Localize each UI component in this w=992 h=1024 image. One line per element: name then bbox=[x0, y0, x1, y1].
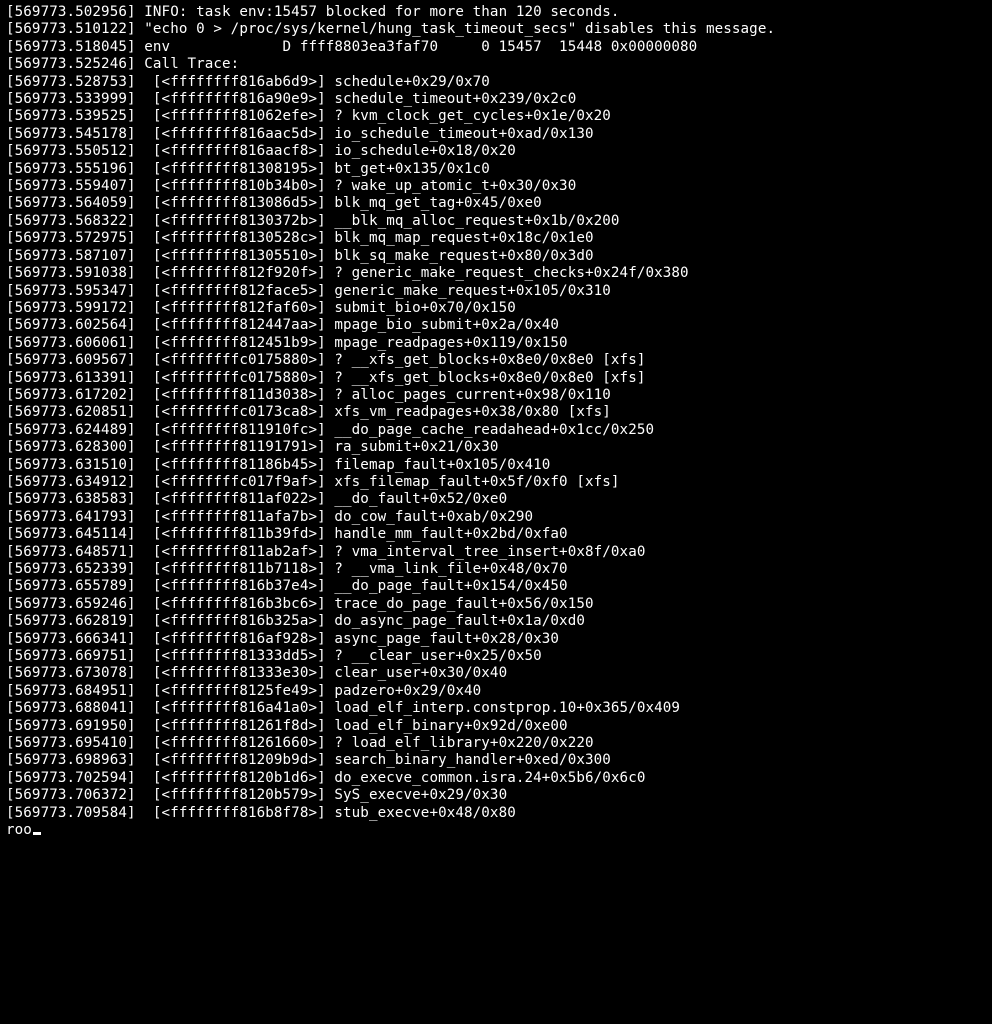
terminal-prompt[interactable]: roo bbox=[6, 822, 32, 838]
text-cursor bbox=[33, 832, 41, 835]
kernel-log-output[interactable]: [569773.502956] INFO: task env:15457 blo… bbox=[0, 0, 992, 844]
